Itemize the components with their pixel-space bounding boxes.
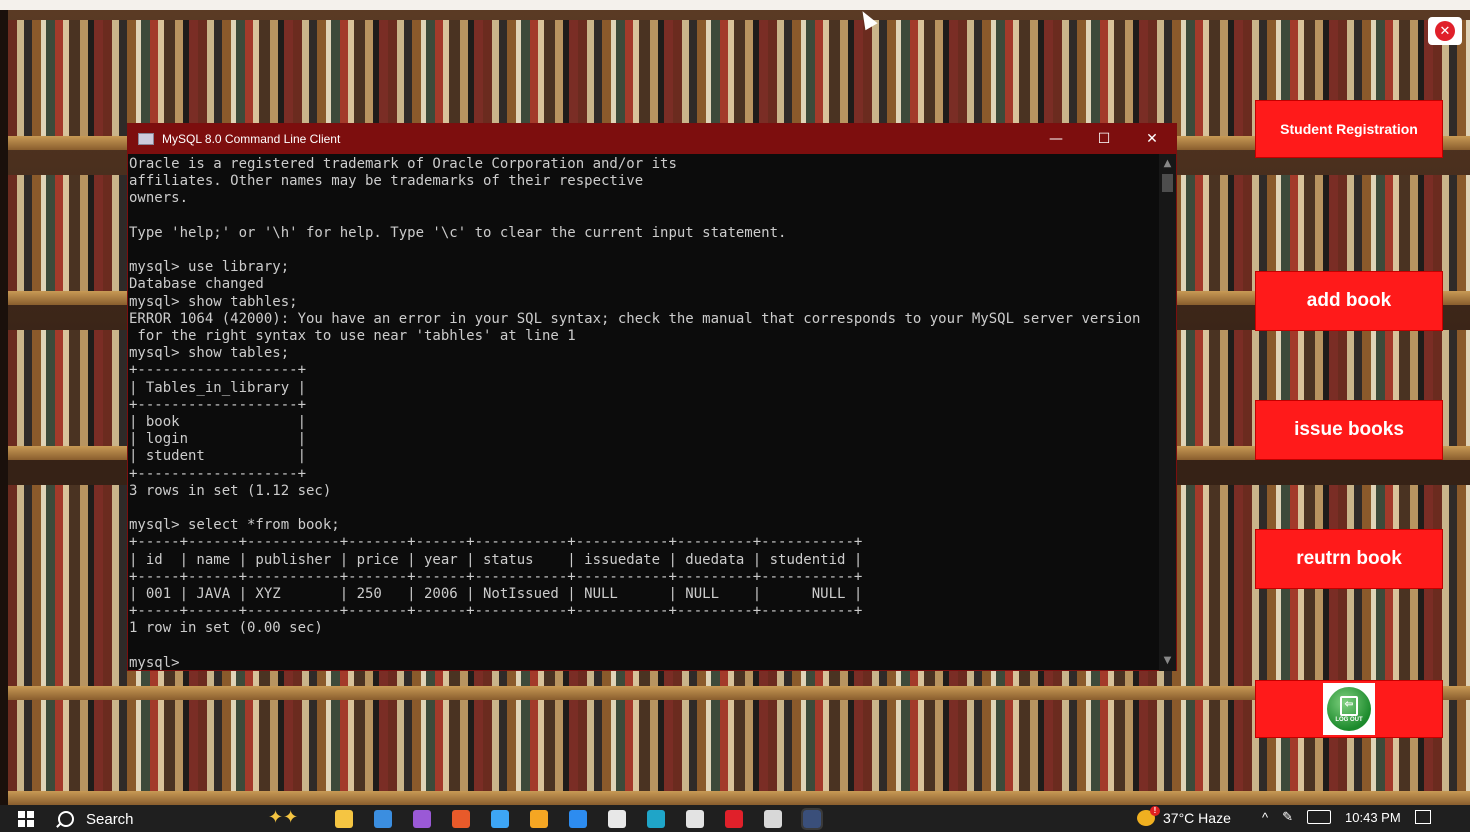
widgets-icon[interactable] <box>335 810 353 828</box>
console-scrollbar[interactable]: ▲ ▼ <box>1159 154 1176 671</box>
search-label: Search <box>86 810 134 828</box>
top-strip <box>0 0 1470 10</box>
shelf-board <box>8 686 1470 700</box>
console-app-icon <box>138 133 154 145</box>
mysql-console-window[interactable]: MySQL 8.0 Command Line Client — ☐ ✕ Orac… <box>127 123 1177 671</box>
close-button[interactable]: ✕ <box>1128 124 1176 154</box>
mysql-console-icon[interactable] <box>801 808 823 830</box>
student-registration-button[interactable]: Student Registration <box>1255 100 1443 158</box>
copilot-sparkle-icon[interactable]: ✦✦ <box>268 807 298 828</box>
logout-frame: ⇦ LOG OUT <box>1323 683 1375 735</box>
books <box>8 700 1470 791</box>
clock[interactable]: 10:43 PM <box>1345 810 1401 825</box>
taskbar-pinned-apps <box>335 808 842 830</box>
console-titlebar[interactable]: MySQL 8.0 Command Line Client — ☐ ✕ <box>128 124 1176 154</box>
weather-text: 37°C Haze <box>1163 810 1231 826</box>
taskbar: Search ✦✦ 37°C Haze ^ ✎ 10:43 PM <box>0 805 1470 832</box>
maximize-button[interactable]: ☐ <box>1080 124 1128 154</box>
logout-label: LOG OUT <box>1335 716 1363 723</box>
chevron-up-icon[interactable]: ^ <box>1262 810 1268 825</box>
close-icon: ✕ <box>1435 21 1455 41</box>
chrome-icon[interactable] <box>686 810 704 828</box>
notification-icon[interactable] <box>1414 810 1431 824</box>
paint-icon[interactable] <box>452 810 470 828</box>
console-output[interactable]: Oracle is a registered trademark of Orac… <box>129 154 1159 673</box>
console-title: MySQL 8.0 Command Line Client <box>162 132 341 146</box>
firefox-icon[interactable] <box>530 810 548 828</box>
system-tray: ^ ✎ 10:43 PM <box>1262 809 1431 825</box>
left-edge <box>0 10 8 805</box>
file-explorer-icon[interactable] <box>569 810 587 828</box>
logout-button[interactable]: ⇦ LOG OUT <box>1255 680 1443 738</box>
bookshelf-row <box>8 700 1470 805</box>
scroll-down-icon[interactable]: ▼ <box>1159 653 1176 669</box>
search-icon <box>58 811 74 827</box>
books <box>8 20 1470 136</box>
return-book-button[interactable]: reutrn book <box>1255 529 1443 589</box>
window-controls: — ☐ ✕ <box>1032 124 1176 154</box>
photos-icon[interactable] <box>413 810 431 828</box>
door-icon: ⇦ <box>1340 695 1358 716</box>
copilot-icon[interactable] <box>491 810 509 828</box>
windows-start-icon[interactable] <box>18 811 34 827</box>
record-icon[interactable] <box>725 810 743 828</box>
weather-widget[interactable]: 37°C Haze <box>1137 806 1231 826</box>
add-book-button[interactable]: add book <box>1255 271 1443 331</box>
keyboard-icon[interactable] <box>1307 810 1332 824</box>
scroll-thumb[interactable] <box>1162 174 1173 192</box>
scroll-up-icon[interactable]: ▲ <box>1159 156 1176 172</box>
java-icon[interactable] <box>764 810 782 828</box>
notepad-icon[interactable] <box>608 810 626 828</box>
app-close-button[interactable]: ✕ <box>1428 17 1462 45</box>
task-view-icon[interactable] <box>374 810 392 828</box>
issue-books-button[interactable]: issue books <box>1255 400 1443 460</box>
pen-icon[interactable]: ✎ <box>1282 809 1293 825</box>
weather-icon <box>1137 806 1160 826</box>
taskbar-search[interactable]: Search <box>58 809 134 829</box>
edge-icon[interactable] <box>647 810 665 828</box>
shelf-board <box>8 791 1470 805</box>
minimize-button[interactable]: — <box>1032 124 1080 154</box>
logout-icon: ⇦ LOG OUT <box>1327 687 1371 731</box>
